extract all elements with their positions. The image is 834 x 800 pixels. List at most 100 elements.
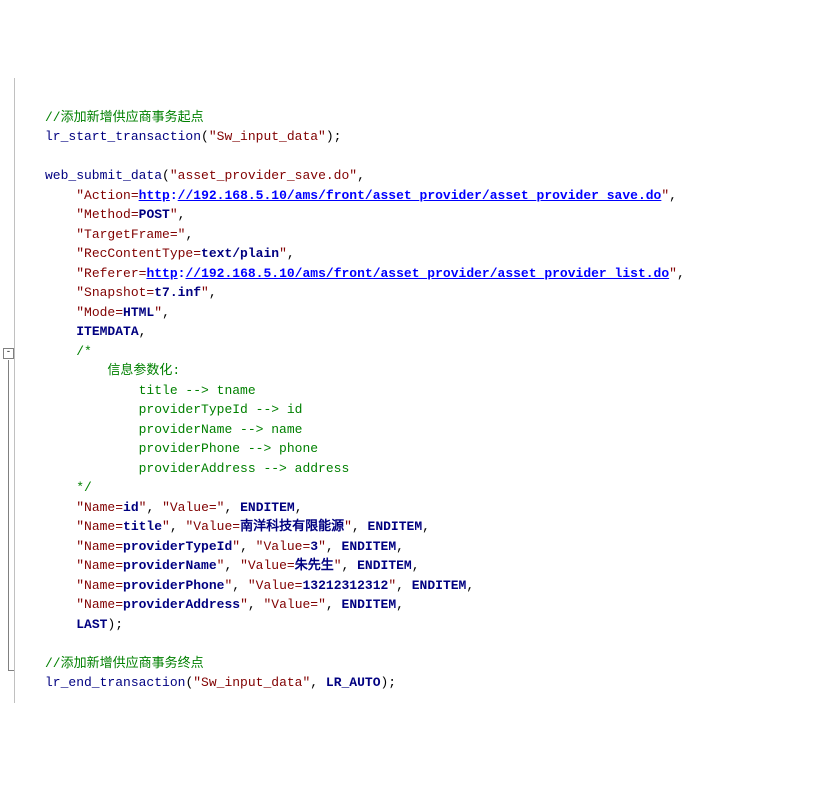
code-text: , [139, 324, 147, 339]
code-string: " [344, 519, 352, 534]
code-url: http [146, 266, 177, 281]
code-comment: providerPhone --> phone [76, 441, 318, 456]
code-string: " [162, 519, 170, 534]
code-keyword: 南洋科技有限能源 [240, 519, 344, 534]
code-string: "Name= [76, 500, 123, 515]
code-text: , [422, 519, 430, 534]
code-string: " [661, 188, 669, 203]
code-string: "asset_provider_save.do" [170, 168, 357, 183]
code-text: , [178, 207, 186, 222]
code-string: "Mode= [76, 305, 123, 320]
code-string: "TargetFrame=" [76, 227, 185, 242]
code-keyword: t7.inf [154, 285, 201, 300]
code-func: lr_start_transaction [45, 129, 201, 144]
code-url: http [139, 188, 170, 203]
code-keyword: ENDITEM [357, 558, 412, 573]
fold-handle-icon[interactable]: - [3, 348, 14, 359]
code-text: ); [381, 675, 397, 690]
fold-line [8, 360, 9, 670]
code-string: " [154, 305, 162, 320]
code-text: , [295, 500, 303, 515]
code-comment: //添加新增供应商事务终点 [45, 656, 204, 671]
code-keyword: ENDITEM [342, 597, 397, 612]
code-string: "Value=" [162, 500, 224, 515]
code-text: , [224, 500, 240, 515]
code-string: " [669, 266, 677, 281]
code-string: "Snapshot= [76, 285, 154, 300]
code-keyword: 3 [310, 539, 318, 554]
code-text: , [412, 558, 420, 573]
code-string: "Value= [256, 539, 311, 554]
code-keyword: LR_AUTO [326, 675, 381, 690]
code-func: web_submit_data [45, 168, 162, 183]
code-comment: providerName --> name [76, 422, 302, 437]
code-keyword: 13212312312 [302, 578, 388, 593]
code-text: , [240, 539, 256, 554]
code-text: , [357, 168, 365, 183]
code-keyword: POST [139, 207, 170, 222]
code-text: , [146, 500, 162, 515]
code-text: , [396, 578, 412, 593]
code-editor: - //添加新增供应商事务起点 lr_start_transaction("Sw… [0, 78, 834, 703]
code-string: "Name= [76, 597, 123, 612]
code-string: "Value= [240, 558, 295, 573]
code-text: , [669, 188, 677, 203]
code-string: " [388, 578, 396, 593]
code-text: , [396, 539, 404, 554]
code-string: "Name= [76, 519, 123, 534]
code-comment: providerTypeId --> id [76, 402, 302, 417]
code-text: , [326, 597, 342, 612]
code-text: , [342, 558, 358, 573]
code-text: , [352, 519, 368, 534]
code-keyword: providerTypeId [123, 539, 232, 554]
fold-line-end [8, 670, 14, 671]
code-text: , [287, 246, 295, 261]
code-keyword: text/plain [201, 246, 279, 261]
code-text: ( [162, 168, 170, 183]
code-keyword: ENDITEM [412, 578, 467, 593]
code-text: , [232, 578, 248, 593]
code-string: " [201, 285, 209, 300]
code-keyword: ENDITEM [342, 539, 397, 554]
code-keyword: ENDITEM [240, 500, 295, 515]
code-comment: title --> tname [76, 383, 255, 398]
code-keyword: providerPhone [123, 578, 224, 593]
code-string: " [170, 207, 178, 222]
code-keyword: providerName [123, 558, 217, 573]
code-string: "Method= [76, 207, 138, 222]
code-text: , [162, 305, 170, 320]
code-url: //192.168.5.10/ams/front/asset_provider/… [185, 266, 669, 281]
code-string: "Name= [76, 578, 123, 593]
code-keyword: ITEMDATA [76, 324, 138, 339]
gutter: - [0, 78, 15, 703]
code-string: "Referer= [76, 266, 146, 281]
code-string: "Sw_input_data" [209, 129, 326, 144]
code-text: ( [185, 675, 193, 690]
code-keyword: id [123, 500, 139, 515]
code-string: "Name= [76, 558, 123, 573]
code-text: , [209, 285, 217, 300]
code-keyword: providerAddress [123, 597, 240, 612]
code-text: , [466, 578, 474, 593]
code-url: //192.168.5.10/ams/front/asset_provider/… [178, 188, 662, 203]
code-text: ); [326, 129, 342, 144]
code-text: , [326, 539, 342, 554]
code-text: ); [107, 617, 123, 632]
code-keyword: 朱先生 [295, 558, 334, 573]
code-string: " [240, 597, 248, 612]
code-text: : [170, 188, 178, 203]
code-string: "Value= [185, 519, 240, 534]
code-string: "Value=" [263, 597, 325, 612]
code-text: , [224, 558, 240, 573]
code-keyword: title [123, 519, 162, 534]
code-keyword: HTML [123, 305, 154, 320]
code-string: "Sw_input_data" [193, 675, 310, 690]
code-string: " [334, 558, 342, 573]
code-text: , [396, 597, 404, 612]
code-string: " [318, 539, 326, 554]
code-comment: */ [76, 480, 92, 495]
code-comment: 信息参数化: [76, 363, 180, 378]
code-keyword: LAST [76, 617, 107, 632]
code-text: ( [201, 129, 209, 144]
code-text: , [170, 519, 186, 534]
